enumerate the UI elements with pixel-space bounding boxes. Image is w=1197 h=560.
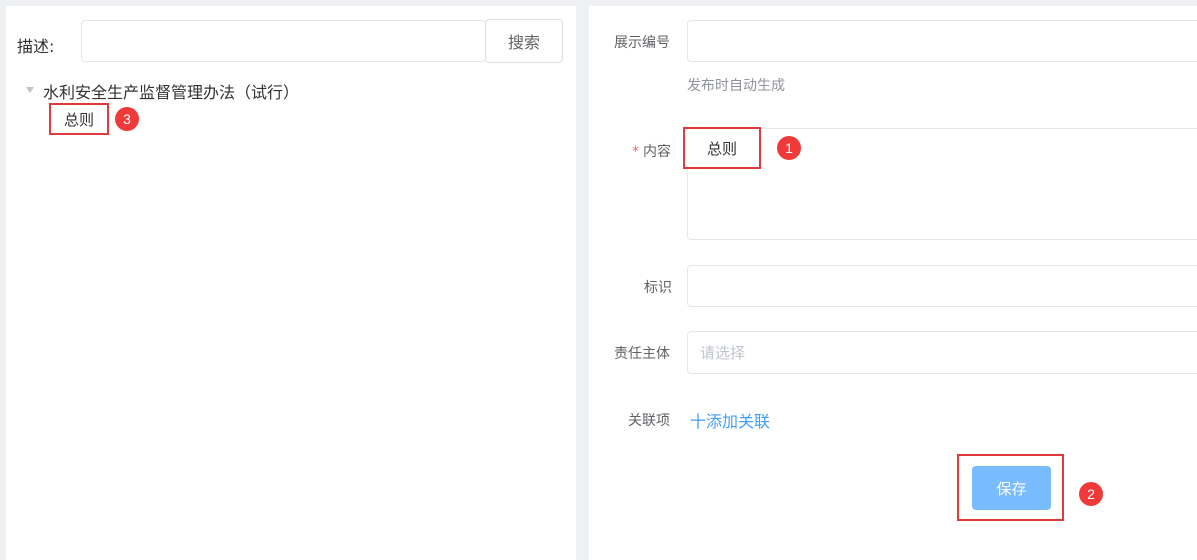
caret-down-icon[interactable] — [26, 87, 34, 93]
content-textarea[interactable] — [687, 128, 1197, 240]
left-panel: 描述: 搜索 水利安全生产监督管理办法（试行） 总则 3 — [6, 6, 576, 560]
content-label-text: 内容 — [643, 144, 671, 160]
identifier-field[interactable] — [687, 265, 1197, 307]
tree-node-general-provisions[interactable]: 总则 — [49, 103, 109, 135]
display-no-label: 展示编号 — [614, 35, 670, 51]
step-marker-3: 3 — [115, 107, 139, 131]
add-related-link[interactable]: 十添加关联 — [690, 408, 770, 432]
responsible-select[interactable]: 请选择 — [687, 331, 1197, 374]
content-value[interactable]: 总则 — [683, 127, 761, 169]
right-panel: 展示编号 发布时自动生成 * 内容 总则 1 标识 责任主体 请选择 关联项 十添… — [589, 6, 1197, 560]
responsible-placeholder: 请选择 — [700, 344, 746, 362]
description-search-input[interactable] — [81, 20, 486, 62]
responsible-label: 责任主体 — [614, 346, 670, 362]
search-button[interactable]: 搜索 — [485, 19, 563, 63]
step-marker-1: 1 — [777, 136, 801, 160]
identifier-label: 标识 — [644, 280, 672, 296]
tree-root-node[interactable]: 水利安全生产监督管理办法（试行） — [43, 79, 299, 103]
content-label: * 内容 — [632, 141, 671, 161]
required-mark: * — [632, 144, 639, 160]
description-label: 描述: — [17, 37, 55, 56]
display-no-hint: 发布时自动生成 — [687, 78, 785, 94]
step-marker-2: 2 — [1079, 482, 1103, 506]
related-label: 关联项 — [628, 413, 670, 429]
save-button[interactable]: 保存 — [972, 466, 1051, 510]
display-no-field[interactable] — [687, 20, 1197, 62]
